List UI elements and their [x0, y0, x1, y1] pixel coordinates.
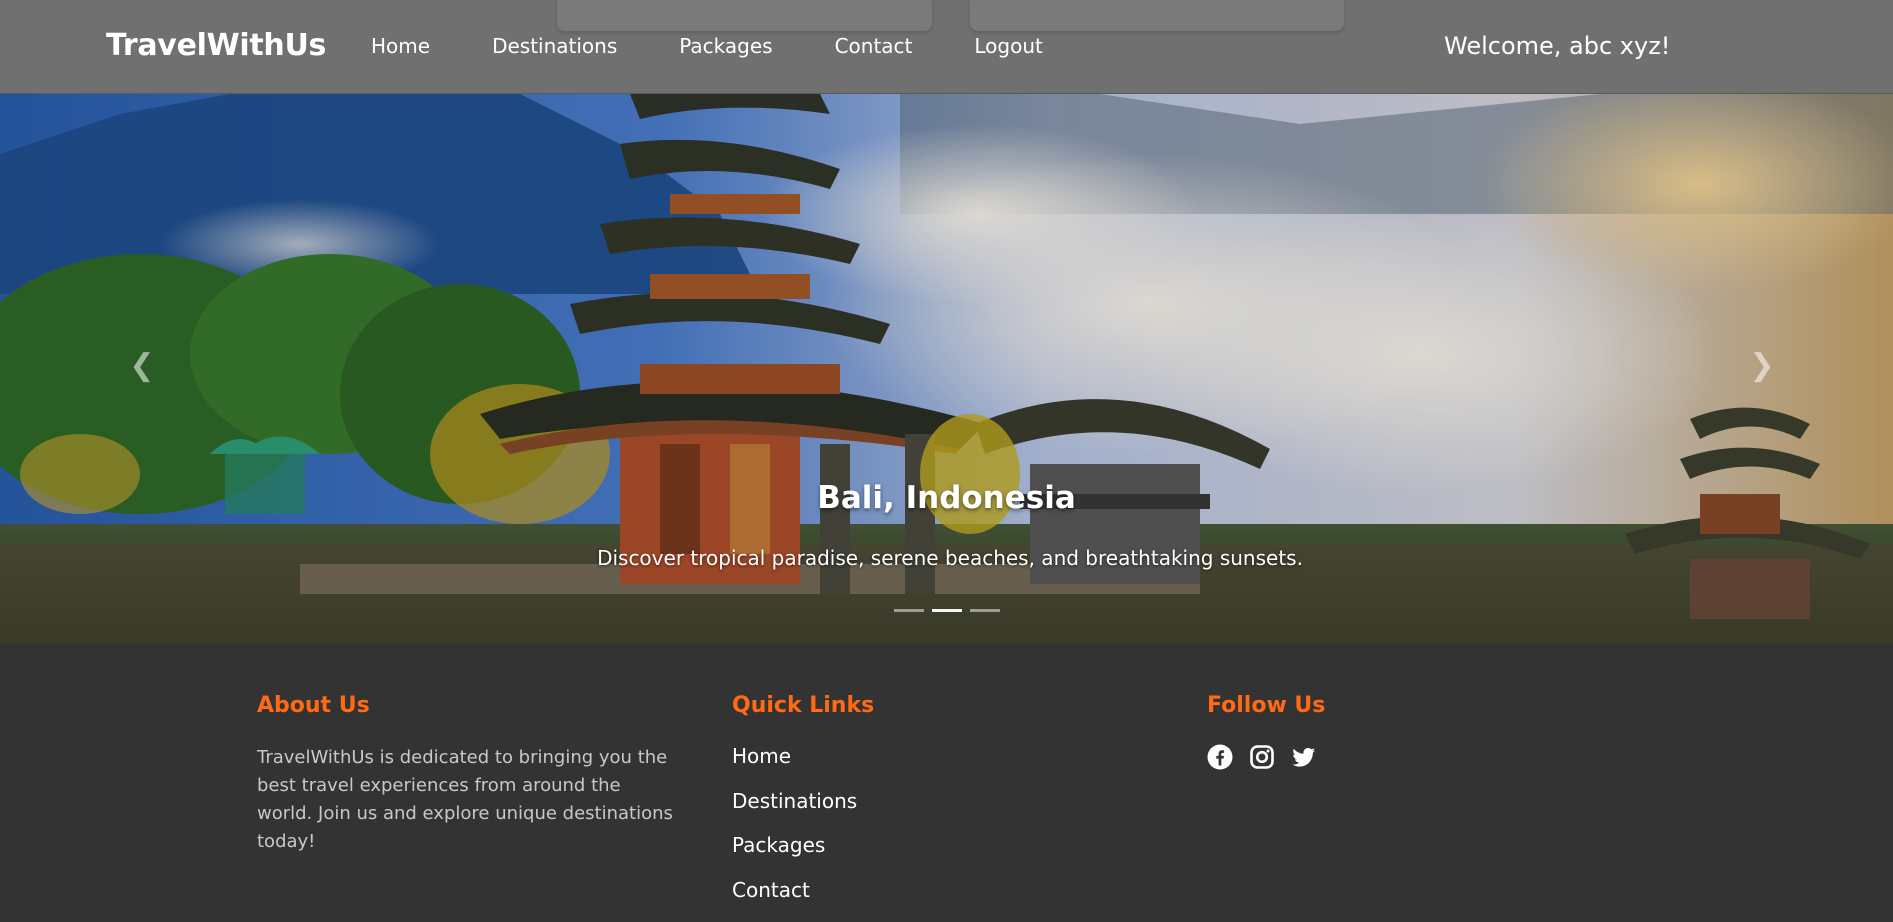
nav-home[interactable]: Home — [371, 34, 430, 58]
follow-heading: Follow Us — [1207, 693, 1325, 718]
welcome-message: Welcome, abc xyz! — [1444, 32, 1670, 60]
site-header: TravelWithUs Home Destinations Packages … — [0, 0, 1893, 94]
footer-link-destinations[interactable]: Destinations — [732, 789, 874, 834]
social-links — [1207, 744, 1325, 770]
nav-contact[interactable]: Contact — [835, 34, 913, 58]
facebook-icon[interactable] — [1207, 744, 1233, 770]
twitter-icon[interactable] — [1291, 744, 1317, 770]
about-text: TravelWithUs is dedicated to bringing yo… — [257, 744, 677, 856]
instagram-icon[interactable] — [1249, 744, 1275, 770]
nav-packages[interactable]: Packages — [679, 34, 772, 58]
quick-links-heading: Quick Links — [732, 693, 874, 718]
footer-link-packages[interactable]: Packages — [732, 833, 874, 878]
about-heading: About Us — [257, 693, 677, 718]
header-placeholder-box — [970, 0, 1344, 31]
carousel-next-button[interactable]: ❯ — [1742, 346, 1782, 386]
hero-title: Bali, Indonesia — [0, 480, 1893, 516]
footer-follow: Follow Us — [1207, 693, 1325, 770]
header-placeholder-box — [557, 0, 932, 31]
hero-carousel: ❮ ❯ Bali, Indonesia Discover tropical pa… — [0, 94, 1893, 644]
carousel-indicator-active[interactable] — [932, 609, 962, 612]
brand-logo[interactable]: TravelWithUs — [106, 28, 326, 63]
carousel-indicators — [0, 609, 1893, 612]
footer-quick-links: Quick Links Home Destinations Packages C… — [732, 693, 874, 922]
chevron-right-icon: ❯ — [1749, 348, 1774, 383]
footer-link-home[interactable]: Home — [732, 744, 874, 789]
footer-link-contact[interactable]: Contact — [732, 878, 874, 922]
carousel-indicator[interactable] — [970, 609, 1000, 612]
carousel-indicator[interactable] — [894, 609, 924, 612]
footer-about: About Us TravelWithUs is dedicated to br… — [257, 693, 677, 856]
main-nav: Home Destinations Packages Contact Logou… — [371, 34, 1105, 58]
carousel-prev-button[interactable]: ❮ — [122, 346, 162, 386]
hero-subtitle: Discover tropical paradise, serene beach… — [0, 546, 1893, 570]
site-footer: About Us TravelWithUs is dedicated to br… — [0, 644, 1893, 913]
nav-destinations[interactable]: Destinations — [492, 34, 617, 58]
nav-logout[interactable]: Logout — [974, 34, 1042, 58]
chevron-left-icon: ❮ — [129, 348, 154, 383]
